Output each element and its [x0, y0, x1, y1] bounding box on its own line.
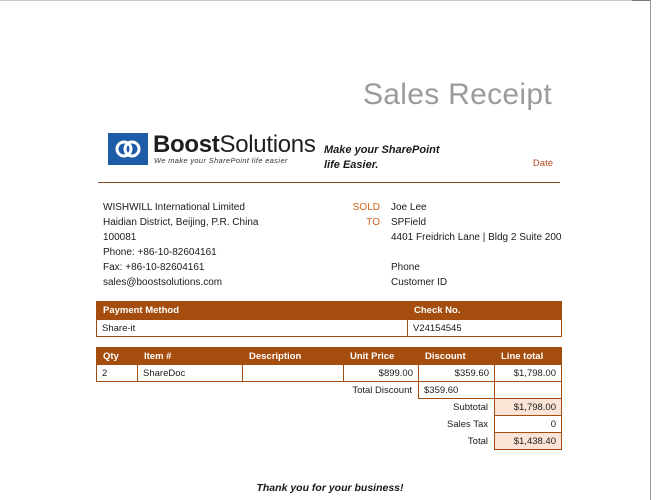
sales-tax-row: Sales Tax 0: [97, 415, 562, 433]
subtotal-value: $1,798.00: [494, 398, 562, 416]
customer-phone-label: Phone: [391, 262, 420, 273]
company-fax: Fax: +86-10-82604161: [103, 262, 205, 273]
sold-to-label: SOLD TO: [340, 200, 380, 230]
company-logo: BoostSolutions We make your SharePoint l…: [108, 131, 316, 167]
page-edge-top: [0, 0, 650, 1]
customer-name: Joe Lee: [391, 202, 427, 213]
subtotal-row: Subtotal $1,798.00: [97, 398, 562, 416]
discount-cell: $359.60: [418, 364, 495, 382]
slogan-line-1: Make your SharePoint: [324, 144, 440, 156]
customer-address: 4401 Freidrich Lane | Bldg 2 Suite 200: [391, 232, 562, 243]
customer-id-label: Customer ID: [391, 277, 448, 288]
check-no-header: Check No.: [407, 301, 562, 320]
items-header-row: Qty Item # Description Unit Price Discou…: [96, 347, 562, 365]
slogan: Make your SharePoint life Easier.: [324, 143, 440, 173]
page-edge-right: [650, 0, 651, 500]
company-address-block: WISHWILL International Limited Haidian D…: [103, 200, 258, 290]
unit-price-header: Unit Price: [343, 347, 419, 365]
unit-price-cell: $899.00: [343, 364, 419, 382]
company-name: WISHWILL International Limited: [103, 202, 245, 213]
total-discount-empty: [494, 381, 562, 399]
table-row: 2 ShareDoc $899.00 $359.60 $1,798.00: [96, 364, 562, 382]
company-postcode: 100081: [103, 232, 137, 243]
payment-table: Payment Method Check No. Share-it V24154…: [96, 301, 562, 337]
logo-wordmark: BoostSolutions: [153, 131, 316, 158]
total-value: $1,438.40: [494, 432, 562, 450]
qty-cell: 2: [96, 364, 138, 382]
total-row: Total $1,438.40: [97, 432, 562, 450]
qty-header: Qty: [96, 347, 138, 365]
payment-method-cell: Share-it: [96, 319, 408, 337]
discount-header: Discount: [418, 347, 495, 365]
payment-row: Share-it V24154545: [96, 319, 562, 337]
item-cell: ShareDoc: [137, 364, 243, 382]
header-divider: [98, 182, 560, 183]
date-label: Date: [532, 158, 553, 169]
customer-block: Joe Lee SPField 4401 Freidrich Lane | Bl…: [391, 200, 562, 290]
total-discount-value: $359.60: [418, 381, 495, 399]
document-title: Sales Receipt: [363, 78, 552, 111]
check-no-cell: V24154545: [407, 319, 562, 337]
logo-rings-icon: [108, 133, 148, 165]
total-discount-row: Total Discount $359.60: [97, 381, 562, 399]
line-total-header: Line total: [494, 347, 562, 365]
item-header: Item #: [137, 347, 243, 365]
items-table: Qty Item # Description Unit Price Discou…: [96, 347, 562, 450]
thank-you-note: Thank you for your business!: [256, 482, 404, 494]
total-discount-label: Total Discount: [352, 384, 412, 396]
total-label: Total: [467, 435, 488, 447]
sales-tax-label: Sales Tax: [446, 418, 488, 430]
customer-company: SPField: [391, 217, 427, 228]
sold-label: SOLD: [352, 202, 380, 213]
subtotal-label: Subtotal: [453, 401, 488, 413]
company-email[interactable]: sales@boostsolutions.com: [103, 275, 258, 290]
payment-method-header: Payment Method: [96, 301, 408, 320]
description-cell: [242, 364, 344, 382]
payment-header-row: Payment Method Check No.: [96, 301, 562, 320]
page-corner: [632, 0, 650, 1]
to-label: TO: [366, 217, 380, 228]
logo-tagline: We make your SharePoint life easier: [154, 156, 288, 165]
company-phone: Phone: +86-10-82604161: [103, 247, 217, 258]
line-total-cell: $1,798.00: [494, 364, 562, 382]
company-address: Haidian District, Beijing, P.R. China: [103, 217, 259, 228]
sales-tax-value: 0: [494, 415, 562, 433]
slogan-line-2: life Easier.: [324, 159, 379, 171]
description-header: Description: [242, 347, 344, 365]
